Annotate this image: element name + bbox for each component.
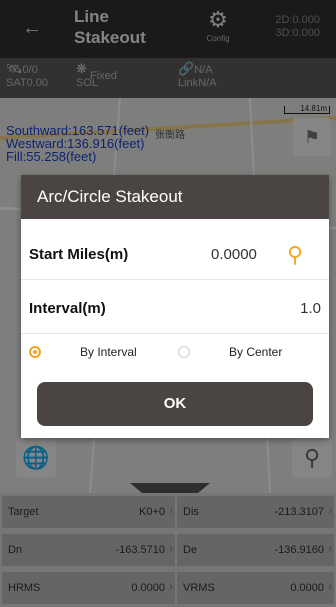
divider (21, 333, 329, 334)
interval-label: Interval(m) (29, 300, 106, 317)
start-miles-row: Start Miles(m) 0.0000 ⚲ (21, 233, 329, 277)
interval-row: Interval(m) 1.0 (21, 287, 329, 331)
start-miles-input[interactable]: 0.0000 (211, 246, 257, 263)
by-center-label[interactable]: By Center (229, 345, 282, 359)
by-interval-label[interactable]: By Interval (80, 345, 137, 359)
interval-input[interactable]: 1.0 (300, 300, 321, 317)
location-pin-icon[interactable]: ⚲ (283, 241, 307, 269)
by-interval-radio[interactable] (29, 346, 41, 358)
by-center-radio[interactable] (178, 346, 190, 358)
divider (21, 279, 329, 280)
ok-button[interactable]: OK (37, 382, 313, 426)
arc-stakeout-dialog: Arc/Circle Stakeout Start Miles(m) 0.000… (21, 175, 329, 438)
dialog-title: Arc/Circle Stakeout (21, 175, 329, 219)
start-miles-label: Start Miles(m) (29, 246, 129, 263)
